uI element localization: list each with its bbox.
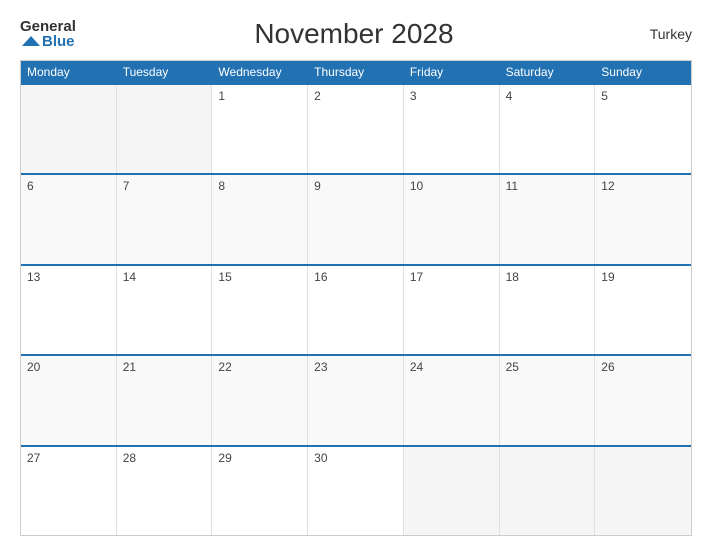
day-cell-w1-d5: 3 [404,85,500,173]
day-number: 28 [123,451,206,465]
day-number: 18 [506,270,589,284]
day-cell-w5-d4: 30 [308,447,404,535]
day-cell-w1-d3: 1 [212,85,308,173]
day-number: 2 [314,89,397,103]
day-number: 16 [314,270,397,284]
day-number: 29 [218,451,301,465]
header-saturday: Saturday [500,61,596,83]
day-number: 22 [218,360,301,374]
day-number: 21 [123,360,206,374]
calendar-grid: Monday Tuesday Wednesday Thursday Friday… [20,60,692,536]
day-number: 1 [218,89,301,103]
day-number: 27 [27,451,110,465]
day-cell-w5-d3: 29 [212,447,308,535]
day-cell-w1-d2 [117,85,213,173]
day-number: 6 [27,179,110,193]
header-wednesday: Wednesday [212,61,308,83]
day-number: 14 [123,270,206,284]
day-cell-w5-d6 [500,447,596,535]
day-number: 25 [506,360,589,374]
day-cell-w2-d5: 10 [404,175,500,263]
day-cell-w3-d5: 17 [404,266,500,354]
header-tuesday: Tuesday [117,61,213,83]
day-cell-w2-d2: 7 [117,175,213,263]
day-number: 11 [506,179,589,193]
day-number: 5 [601,89,685,103]
week-row-5: 27 28 29 30 [21,445,691,535]
logo-blue-text: Blue [42,34,75,49]
logo-block: General Blue [20,19,76,49]
day-cell-w1-d1 [21,85,117,173]
day-cell-w4-d2: 21 [117,356,213,444]
day-number: 12 [601,179,685,193]
logo: General Blue [20,19,76,49]
day-number: 20 [27,360,110,374]
day-number: 13 [27,270,110,284]
header-sunday: Sunday [595,61,691,83]
week-row-3: 13 14 15 16 17 18 19 [21,264,691,354]
day-cell-w2-d7: 12 [595,175,691,263]
calendar-page: General Blue November 2028 Turkey Monday… [0,0,712,550]
country-label: Turkey [632,26,692,42]
day-cell-w3-d3: 15 [212,266,308,354]
day-number: 7 [123,179,206,193]
day-cell-w1-d4: 2 [308,85,404,173]
header-thursday: Thursday [308,61,404,83]
day-number: 9 [314,179,397,193]
day-cell-w3-d6: 18 [500,266,596,354]
day-number: 8 [218,179,301,193]
calendar-title: November 2028 [76,18,632,50]
day-cell-w4-d6: 25 [500,356,596,444]
day-cell-w4-d5: 24 [404,356,500,444]
day-number: 10 [410,179,493,193]
day-number: 3 [410,89,493,103]
day-number: 23 [314,360,397,374]
day-cell-w5-d1: 27 [21,447,117,535]
day-cell-w2-d6: 11 [500,175,596,263]
day-cell-w1-d7: 5 [595,85,691,173]
week-row-4: 20 21 22 23 24 25 26 [21,354,691,444]
day-cell-w2-d3: 8 [212,175,308,263]
day-cell-w4-d7: 26 [595,356,691,444]
day-cell-w3-d4: 16 [308,266,404,354]
day-cell-w2-d1: 6 [21,175,117,263]
day-cell-w2-d4: 9 [308,175,404,263]
weeks-container: 1234567891011121314151617181920212223242… [21,83,691,535]
day-number: 26 [601,360,685,374]
day-number: 19 [601,270,685,284]
header: General Blue November 2028 Turkey [20,18,692,50]
day-cell-w3-d1: 13 [21,266,117,354]
day-cell-w1-d6: 4 [500,85,596,173]
day-cell-w3-d2: 14 [117,266,213,354]
header-friday: Friday [404,61,500,83]
day-number: 15 [218,270,301,284]
day-number: 24 [410,360,493,374]
week-row-1: 12345 [21,83,691,173]
day-cell-w4-d3: 22 [212,356,308,444]
day-number: 17 [410,270,493,284]
day-cell-w4-d4: 23 [308,356,404,444]
header-monday: Monday [21,61,117,83]
day-cell-w4-d1: 20 [21,356,117,444]
logo-triangle-icon [22,36,40,46]
day-cell-w5-d7 [595,447,691,535]
day-number: 4 [506,89,589,103]
day-cell-w5-d5 [404,447,500,535]
day-headers-row: Monday Tuesday Wednesday Thursday Friday… [21,61,691,83]
week-row-2: 6789 10 11 12 [21,173,691,263]
day-cell-w3-d7: 19 [595,266,691,354]
logo-general-text: General [20,19,76,34]
day-number: 30 [314,451,397,465]
day-cell-w5-d2: 28 [117,447,213,535]
